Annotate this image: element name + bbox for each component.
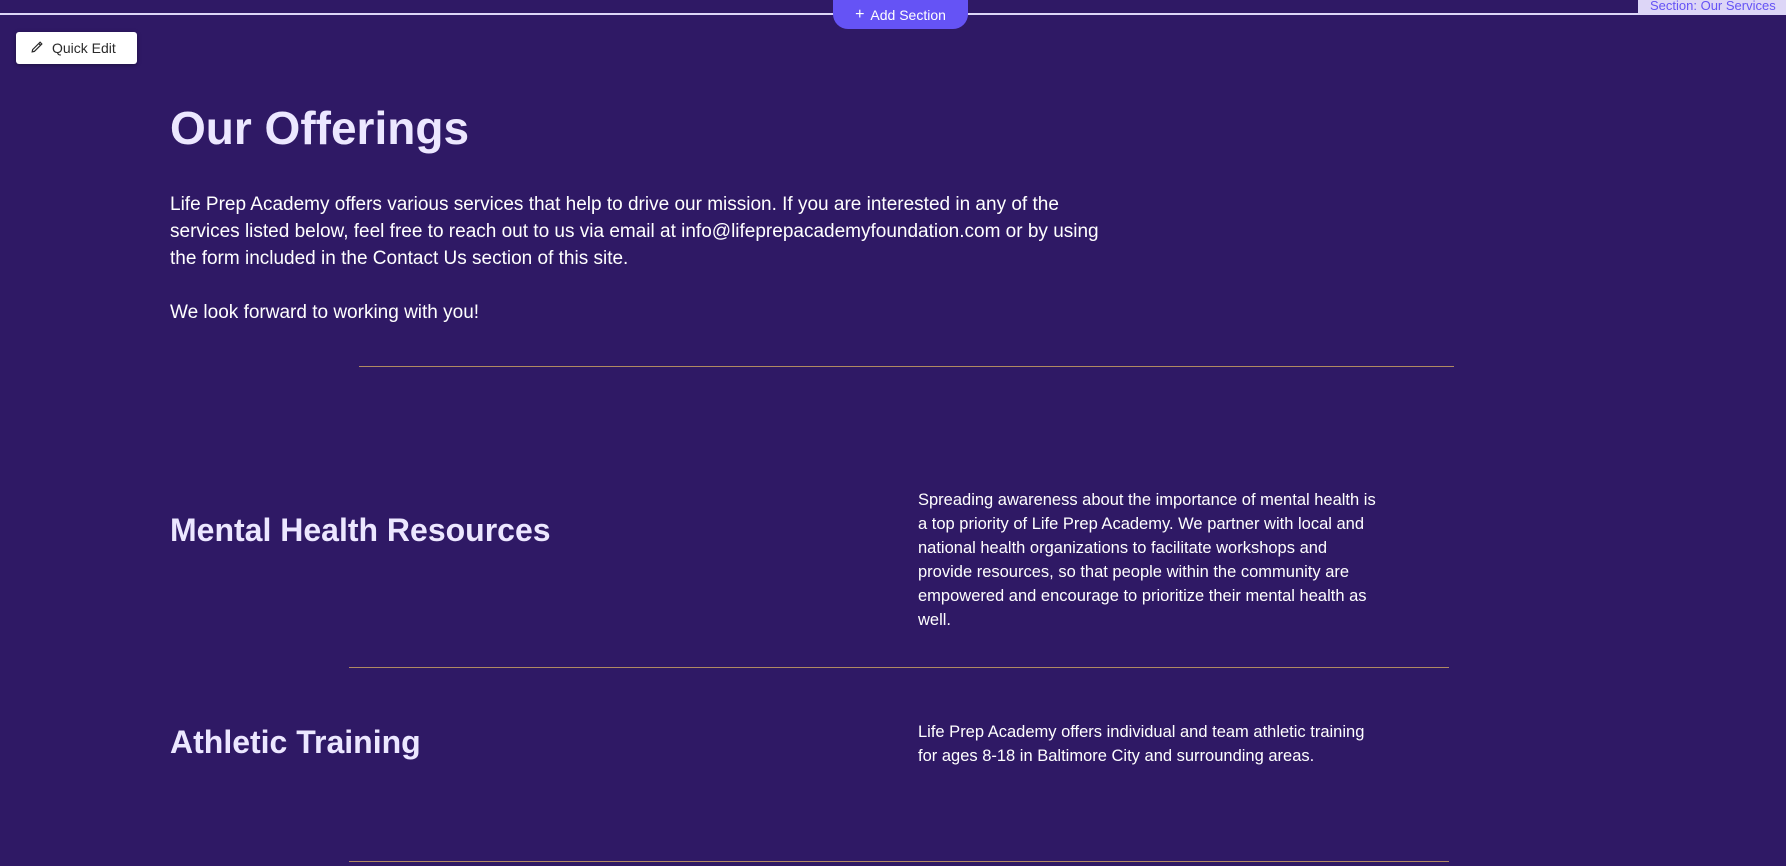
divider-mental-health	[349, 667, 1449, 668]
quick-edit-button[interactable]: Quick Edit	[16, 32, 137, 64]
offering-description-mental-health: Spreading awareness about the importance…	[918, 491, 1376, 629]
add-section-label: Add Section	[870, 6, 946, 23]
divider-athletic-training	[349, 861, 1449, 862]
divider-intro	[359, 366, 1454, 367]
plus-icon: +	[855, 5, 865, 23]
pencil-icon	[30, 40, 44, 57]
add-section-button[interactable]: + Add Section	[833, 0, 968, 29]
offering-title-athletic-training: Athletic Training	[170, 724, 421, 760]
intro-text-block: Life Prep Academy offers various service…	[170, 191, 1100, 326]
page-title: Our Offerings	[170, 102, 470, 154]
closing-line: We look forward to working with you!	[170, 302, 480, 323]
offering-description-athletic-training: Life Prep Academy offers individual and …	[918, 723, 1365, 765]
quick-edit-label: Quick Edit	[52, 40, 116, 56]
section-name-tag[interactable]: Section: Our Services	[1638, 0, 1786, 14]
intro-paragraph: Life Prep Academy offers various service…	[170, 194, 1099, 269]
offering-title-mental-health: Mental Health Resources	[170, 512, 551, 548]
